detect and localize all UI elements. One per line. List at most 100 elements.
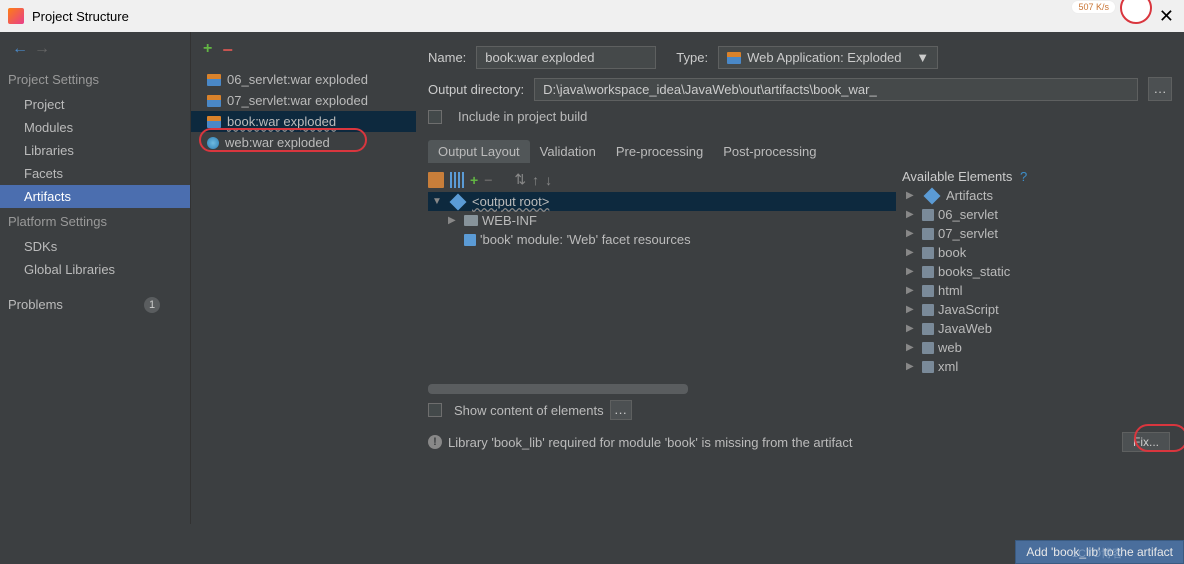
artifact-item[interactable]: web:war exploded [191, 132, 416, 153]
module-icon [922, 228, 934, 240]
add-icon[interactable]: + [203, 40, 212, 61]
available-item[interactable]: ▶ Artifacts [902, 186, 1172, 205]
chevron-right-icon: ▶ [906, 361, 918, 372]
artifact-icon [207, 95, 221, 107]
nav-project[interactable]: Project [0, 93, 190, 116]
available-item[interactable]: ▶html [902, 281, 1172, 300]
new-folder-icon[interactable] [428, 172, 444, 188]
available-item[interactable]: ▶ book [902, 243, 1172, 262]
available-item[interactable]: ▶books_static [902, 262, 1172, 281]
available-item[interactable]: ▶ 07_servlet [902, 224, 1172, 243]
problems-label: Problems [8, 297, 63, 312]
chevron-right-icon: ▶ [906, 228, 918, 239]
warning-icon: ! [428, 435, 442, 449]
available-item-label: book [938, 245, 966, 260]
chevron-right-icon: ▶ [906, 209, 918, 220]
output-dir-input[interactable] [534, 78, 1138, 101]
available-item[interactable]: ▶web [902, 338, 1172, 357]
available-item[interactable]: ▶ xml [902, 357, 1172, 376]
add-copy-icon[interactable]: + [470, 172, 478, 188]
tab-post-processing[interactable]: Post-processing [713, 140, 826, 163]
artifact-item[interactable]: 06_servlet:war exploded [191, 69, 416, 90]
section-platform-settings: Platform Settings [0, 208, 190, 235]
nav-modules[interactable]: Modules [0, 116, 190, 139]
detail-panel: Name: Type: Web Application: Exploded ▼ … [416, 32, 1184, 524]
nav-problems[interactable]: Problems 1 [0, 293, 190, 316]
module-icon [922, 304, 934, 316]
available-item[interactable]: ▶ JavaScript [902, 300, 1172, 319]
tab-pre-processing[interactable]: Pre-processing [606, 140, 713, 163]
close-icon[interactable]: ✕ [1159, 6, 1174, 27]
artifact-icon [727, 52, 741, 64]
nav-sdks[interactable]: SDKs [0, 235, 190, 258]
show-content-checkbox[interactable] [428, 403, 442, 417]
horizontal-scrollbar[interactable] [428, 384, 1172, 394]
tab-validation[interactable]: Validation [530, 140, 606, 163]
available-item-label: Artifacts [946, 188, 993, 203]
available-item[interactable]: ▶ 06_servlet [902, 205, 1172, 224]
title-bar: Project Structure ✕ 507 K/s [0, 0, 1184, 32]
available-item-label: html [938, 283, 963, 298]
nav-facets[interactable]: Facets [0, 162, 190, 185]
fix-tooltip[interactable]: Add 'book_lib' to the artifact 1CTO博客 [1015, 540, 1184, 564]
include-build-checkbox[interactable] [428, 110, 442, 124]
chevron-right-icon: ▶ [906, 247, 918, 258]
tab-output-layout[interactable]: Output Layout [428, 140, 530, 163]
available-item[interactable]: ▶JavaWeb [902, 319, 1172, 338]
window-title: Project Structure [32, 9, 129, 24]
tree-row-output-root[interactable]: ▼ <output root> [428, 192, 896, 211]
chevron-right-icon: ▶ [906, 304, 918, 315]
down-icon[interactable]: ↓ [545, 172, 552, 188]
up-icon[interactable]: ↑ [532, 172, 539, 188]
archive-icon[interactable] [450, 172, 464, 188]
nav-global-libraries[interactable]: Global Libraries [0, 258, 190, 281]
nav-libraries[interactable]: Libraries [0, 139, 190, 162]
available-item-label: 06_servlet [938, 207, 998, 222]
artifact-icon [207, 116, 221, 128]
help-icon[interactable]: ? [1020, 169, 1027, 184]
module-icon [464, 234, 476, 246]
type-dropdown[interactable]: Web Application: Exploded ▼ [718, 46, 938, 69]
artifact-item[interactable]: 07_servlet:war exploded [191, 90, 416, 111]
chevron-right-icon: ▶ [906, 342, 918, 353]
problems-badge: 1 [144, 297, 160, 313]
remove-icon[interactable]: − [222, 40, 233, 61]
browse-button[interactable]: … [1148, 77, 1172, 101]
output-dir-label: Output directory: [428, 82, 524, 97]
tree-label: 'book' module: 'Web' facet resources [480, 232, 691, 247]
artifact-label: 06_servlet:war exploded [227, 72, 368, 87]
module-icon [922, 285, 934, 297]
name-input[interactable] [476, 46, 656, 69]
output-root-icon [450, 193, 467, 210]
available-item-label: xml [938, 359, 958, 374]
tree-row[interactable]: 'book' module: 'Web' facet resources [428, 230, 896, 249]
chevron-down-icon: ▼ [432, 196, 444, 207]
fix-button[interactable]: Fix... [1122, 432, 1170, 452]
watermark: 1CTO博客 [1072, 545, 1123, 561]
back-icon[interactable]: ← [12, 40, 28, 58]
available-item-label: JavaScript [938, 302, 999, 317]
artifact-item-selected[interactable]: book:war exploded [191, 111, 416, 132]
artifact-icon [207, 74, 221, 86]
available-elements-header: Available Elements [902, 169, 1012, 184]
module-icon [922, 209, 934, 221]
artifact-label: 07_servlet:war exploded [227, 93, 368, 108]
forward-icon[interactable]: → [34, 40, 50, 58]
type-value: Web Application: Exploded [747, 50, 901, 65]
chevron-right-icon: ▶ [906, 323, 918, 334]
available-item-label: books_static [938, 264, 1010, 279]
show-content-options-button[interactable]: … [610, 400, 632, 420]
type-label: Type: [676, 50, 708, 65]
nav-artifacts[interactable]: Artifacts [0, 185, 190, 208]
sort-icon[interactable]: ⇅ [514, 171, 526, 188]
chevron-down-icon: ▼ [916, 50, 929, 65]
tree-row[interactable]: ▶ WEB-INF [428, 211, 896, 230]
chevron-right-icon: ▶ [906, 190, 918, 201]
warning-text: Library 'book_lib' required for module '… [448, 435, 852, 450]
chevron-right-icon: ▶ [448, 215, 460, 226]
available-item-label: 07_servlet [938, 226, 998, 241]
show-content-label: Show content of elements [454, 403, 604, 418]
remove-item-icon[interactable]: − [484, 172, 492, 188]
name-label: Name: [428, 50, 466, 65]
tree-label: WEB-INF [482, 213, 537, 228]
